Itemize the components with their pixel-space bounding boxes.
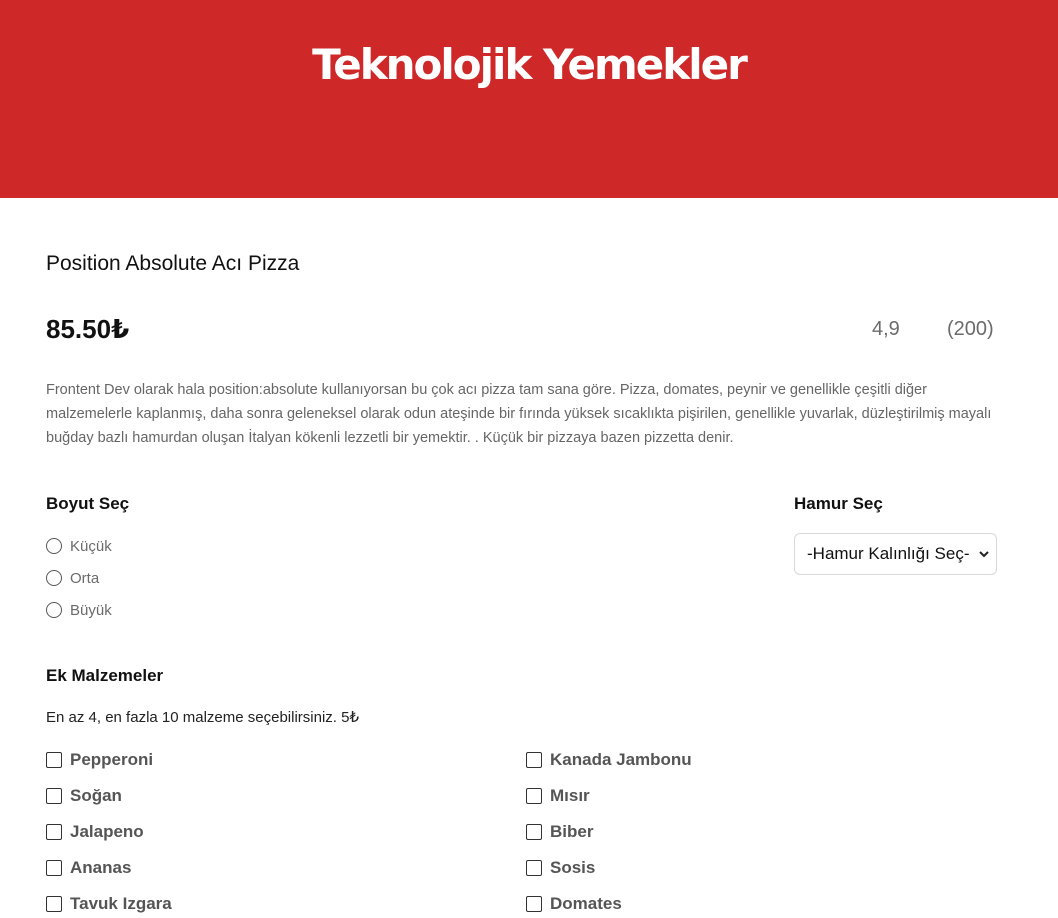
radio-button[interactable] — [46, 602, 62, 618]
topping-jalapeno[interactable]: Jalapeno — [46, 822, 144, 842]
topping-sogan[interactable]: Soğan — [46, 786, 122, 806]
size-section-title: Boyut Seç — [46, 494, 130, 513]
checkbox[interactable] — [526, 860, 542, 876]
checkbox[interactable] — [526, 824, 542, 840]
checkbox-label: Biber — [550, 822, 594, 841]
topping-misir[interactable]: Mısır — [526, 786, 590, 806]
topping-tavuk-izgara[interactable]: Tavuk Izgara — [46, 894, 172, 914]
brand-logo: Teknolojik Yemekler — [312, 40, 748, 89]
checkbox[interactable] — [46, 788, 62, 804]
checkbox[interactable] — [526, 752, 542, 768]
radio-label: Büyük — [70, 601, 112, 619]
checkbox[interactable] — [526, 788, 542, 804]
toppings-section-title: Ek Malzemeler — [46, 666, 164, 685]
dough-section-title: Hamur Seç — [794, 494, 883, 513]
topping-pepperoni[interactable]: Pepperoni — [46, 750, 153, 770]
checkbox-label: Pepperoni — [70, 750, 154, 769]
radio-label: Orta — [70, 569, 100, 587]
checkbox[interactable] — [46, 896, 62, 912]
topping-sosis[interactable]: Sosis — [526, 858, 595, 878]
checkbox-label: Soğan — [70, 786, 122, 805]
toppings-hint: En az 4, en fazla 10 malzeme seçebilirsi… — [46, 709, 360, 726]
checkbox[interactable] — [46, 824, 62, 840]
checkbox[interactable] — [46, 860, 62, 876]
site-header: Teknolojik Yemekler — [0, 0, 1058, 198]
checkbox-label: Mısır — [550, 786, 590, 805]
dough-select-value: -Hamur Kalınlığı Seç- — [807, 544, 970, 563]
size-option-buyuk[interactable]: Büyük — [46, 600, 112, 620]
checkbox[interactable] — [46, 752, 62, 768]
topping-domates[interactable]: Domates — [526, 894, 622, 914]
product-price: 85.50₺ — [46, 314, 130, 344]
topping-kanada-jambonu[interactable]: Kanada Jambonu — [526, 750, 692, 770]
radio-label: Küçük — [70, 537, 112, 555]
checkbox-label: Jalapeno — [70, 822, 144, 841]
checkbox-label: Sosis — [550, 858, 596, 877]
chevron-down-icon — [979, 551, 989, 558]
review-count: (200) — [947, 318, 994, 340]
checkbox-label: Domates — [550, 894, 622, 913]
product-rating: 4,9 — [872, 318, 900, 340]
radio-button[interactable] — [46, 570, 62, 586]
size-option-orta[interactable]: Orta — [46, 568, 99, 588]
product-description: Frontent Dev olarak hala position:absolu… — [46, 382, 992, 446]
topping-biber[interactable]: Biber — [526, 822, 593, 842]
dough-select[interactable]: -Hamur Kalınlığı Seç- — [794, 533, 997, 575]
checkbox-label: Ananas — [70, 858, 132, 877]
topping-ananas[interactable]: Ananas — [46, 858, 131, 878]
size-option-kucuk[interactable]: Küçük — [46, 536, 112, 556]
checkbox-label: Tavuk Izgara — [70, 894, 172, 913]
checkbox-label: Kanada Jambonu — [550, 750, 692, 769]
product-title: Position Absolute Acı Pizza — [46, 252, 300, 275]
radio-button[interactable] — [46, 538, 62, 554]
checkbox[interactable] — [526, 896, 542, 912]
